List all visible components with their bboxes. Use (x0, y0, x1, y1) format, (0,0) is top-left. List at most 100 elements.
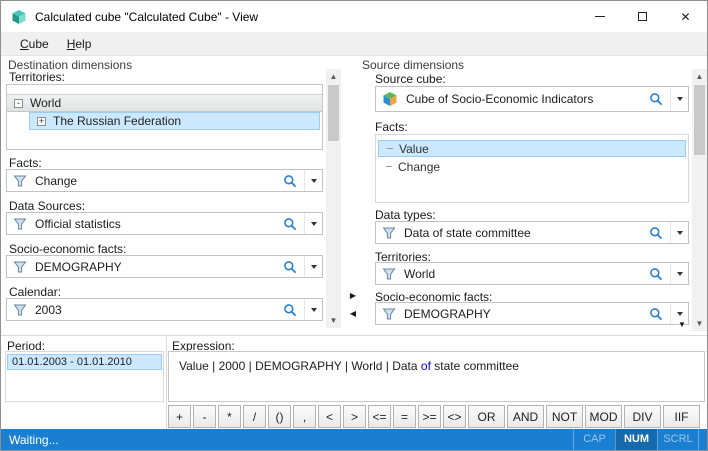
data-sources-label: Data Sources: (9, 199, 85, 213)
combo-value: DEMOGRAPHY (404, 307, 649, 321)
menu-cube[interactable]: Cube (11, 32, 58, 56)
source-facts-label: Facts: (375, 120, 408, 134)
op-mod-button[interactable]: MOD (585, 405, 622, 428)
search-icon[interactable] (283, 303, 297, 317)
op-greater-equal-button[interactable]: >= (418, 405, 441, 428)
expression-keyword: of (421, 359, 431, 373)
splitter-down-icon[interactable]: ▼ (675, 317, 689, 331)
right-panel-scrollbar[interactable]: ▲ ▼ (692, 69, 707, 331)
op-divide-button[interactable]: / (243, 405, 266, 428)
left-panel-scrollbar[interactable]: ▲ ▼ (326, 69, 341, 328)
op-not-button[interactable]: NOT (546, 405, 583, 428)
facts-label: Facts: (9, 156, 42, 170)
op-iif-button[interactable]: IIF (663, 405, 700, 428)
calendar-combo[interactable]: 2003 (6, 298, 323, 321)
list-item-change[interactable]: Change (378, 158, 686, 175)
collapse-icon[interactable]: - (14, 99, 23, 108)
search-icon[interactable] (649, 92, 663, 106)
section-divider (1, 335, 707, 336)
op-div-button[interactable]: DIV (624, 405, 661, 428)
menu-help[interactable]: Help (58, 32, 101, 56)
dimension-filter-icon (382, 267, 396, 281)
search-icon[interactable] (283, 217, 297, 231)
expression-text: state committee (431, 359, 519, 373)
search-icon[interactable] (649, 267, 663, 281)
territories-label: Territories: (9, 70, 65, 84)
op-comma-button[interactable]: , (293, 405, 316, 428)
op-equal-button[interactable]: = (393, 405, 416, 428)
op-minus-button[interactable]: - (193, 405, 216, 428)
chevron-down-icon[interactable] (304, 256, 322, 277)
menubar: Cube Help (1, 32, 707, 56)
combo-value: 2003 (35, 303, 283, 317)
scroll-down-icon[interactable]: ▼ (326, 313, 341, 328)
app-cube-icon (11, 9, 27, 25)
search-icon[interactable] (649, 307, 663, 321)
chevron-down-icon[interactable] (304, 299, 322, 320)
period-item[interactable]: 01.01.2003 - 01.01.2010 (7, 354, 162, 370)
tree-item-russian-federation[interactable]: + The Russian Federation (29, 112, 320, 130)
op-and-button[interactable]: AND (507, 405, 544, 428)
op-plus-button[interactable]: + (168, 405, 191, 428)
close-button[interactable]: ✕ (664, 1, 707, 32)
period-list: 01.01.2003 - 01.01.2010 (5, 351, 164, 402)
op-greater-than-button[interactable]: > (343, 405, 366, 428)
search-icon[interactable] (283, 260, 297, 274)
tree-item-label: The Russian Federation (53, 114, 181, 128)
expression-text: Value | 2000 | DEMOGRAPHY | World | Data (179, 359, 421, 373)
combo-value: DEMOGRAPHY (35, 260, 283, 274)
chevron-down-icon[interactable] (304, 170, 322, 191)
maximize-button[interactable] (621, 1, 664, 32)
chevron-down-icon[interactable] (670, 263, 688, 284)
dimension-filter-icon (13, 260, 27, 274)
statusbar: Waiting... CAP NUM SCRL (1, 429, 707, 450)
scrollbar-thumb[interactable] (328, 85, 339, 141)
scrollbar-thumb[interactable] (694, 85, 705, 155)
scroll-up-icon[interactable]: ▲ (692, 69, 707, 84)
tree-item-label: World (30, 96, 61, 110)
search-icon[interactable] (649, 226, 663, 240)
op-or-button[interactable]: OR (468, 405, 505, 428)
op-not-equal-button[interactable]: <> (443, 405, 466, 428)
window-controls: ✕ (578, 1, 707, 32)
keyboard-indicators: CAP NUM SCRL (573, 429, 699, 450)
facts-combo[interactable]: Change (6, 169, 323, 192)
splitter-left-icon[interactable]: ◀ (346, 306, 360, 320)
caps-lock-indicator: CAP (573, 429, 615, 450)
socio-economic-facts-label: Socio-economic facts: (9, 242, 126, 256)
expression-editor[interactable]: Value | 2000 | DEMOGRAPHY | World | Data… (168, 351, 705, 402)
list-item-value[interactable]: Value (378, 140, 686, 157)
scroll-up-icon[interactable]: ▲ (326, 69, 341, 84)
op-parentheses-button[interactable]: () (268, 405, 291, 428)
chevron-down-icon[interactable] (670, 87, 688, 111)
dimension-filter-icon (13, 217, 27, 231)
dimension-filter-icon (13, 303, 27, 317)
socio-economic-facts-combo[interactable]: DEMOGRAPHY (6, 255, 323, 278)
op-less-than-button[interactable]: < (318, 405, 341, 428)
num-lock-indicator: NUM (615, 429, 657, 450)
search-icon[interactable] (283, 174, 297, 188)
data-sources-combo[interactable]: Official statistics (6, 212, 323, 235)
list-item-label: Value (399, 142, 429, 156)
source-facts-list: Value Change (375, 134, 689, 203)
source-panel-header: Source dimensions (362, 58, 464, 72)
chevron-down-icon[interactable] (670, 222, 688, 243)
calendar-label: Calendar: (9, 285, 61, 299)
minimize-button[interactable] (578, 1, 621, 32)
bottom-divider (166, 336, 167, 429)
op-multiply-button[interactable]: * (218, 405, 241, 428)
source-cube-combo[interactable]: Cube of Socio-Economic Indicators (375, 86, 689, 112)
expand-icon[interactable]: + (37, 117, 46, 126)
cube-icon (382, 91, 398, 107)
scroll-lock-indicator: SCRL (657, 429, 699, 450)
tree-item-world[interactable]: - World (7, 94, 322, 112)
source-socio-economic-facts-combo[interactable]: DEMOGRAPHY (375, 302, 689, 325)
close-icon: ✕ (680, 10, 690, 24)
chevron-down-icon[interactable] (304, 213, 322, 234)
data-types-combo[interactable]: Data of state committee (375, 221, 689, 244)
splitter-right-icon[interactable]: ▶ (346, 288, 360, 302)
op-less-equal-button[interactable]: <= (368, 405, 391, 428)
scroll-down-icon[interactable]: ▼ (692, 316, 707, 331)
source-territories-combo[interactable]: World (375, 262, 689, 285)
combo-value: Change (35, 174, 283, 188)
